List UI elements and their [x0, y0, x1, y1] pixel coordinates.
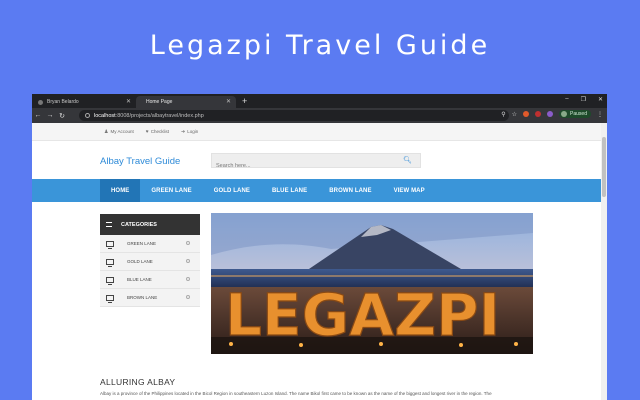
categories-sidebar: CATEGORIES GREEN LANE GOLD LANE BLUE LAN…: [100, 214, 200, 307]
back-icon[interactable]: ←: [32, 112, 44, 119]
favicon-icon: [38, 99, 43, 105]
circle-icon: [186, 241, 190, 245]
tab-label: Bryan Belardo: [47, 99, 79, 105]
circle-icon: [186, 259, 190, 263]
extension-icon[interactable]: [535, 111, 542, 117]
new-tab-button[interactable]: +: [242, 96, 247, 106]
browser-window: Bryan Belardo ✕ Home Page ✕ + – ❐ ✕ ← → …: [32, 94, 607, 400]
close-tab-icon[interactable]: ✕: [126, 98, 131, 105]
site-info-icon[interactable]: [85, 113, 90, 118]
web-page: ♟ My Account ♥ Checklist ➜ Login Albay T…: [32, 123, 601, 400]
my-account-link[interactable]: ♟ My Account: [104, 129, 134, 135]
url-host: localhost: [94, 112, 116, 119]
heart-icon: ♥: [145, 128, 149, 135]
nav-home[interactable]: HOME: [100, 179, 141, 202]
category-blue-lane[interactable]: BLUE LANE: [100, 271, 200, 289]
search-input[interactable]: [212, 159, 392, 173]
legazpi-banner-image: LEGAZPI: [211, 213, 533, 354]
circle-icon: [186, 295, 190, 299]
extension-icon[interactable]: [547, 111, 554, 117]
monitor-icon: [106, 240, 114, 249]
scrollbar-thumb[interactable]: [602, 137, 606, 197]
nav-view-map[interactable]: VIEW MAP: [383, 179, 436, 202]
main-nav: HOME GREEN LANE GOLD LANE BLUE LANE BROW…: [32, 179, 601, 202]
nav-gold-lane[interactable]: GOLD LANE: [203, 179, 261, 202]
category-brown-lane[interactable]: BROWN LANE: [100, 289, 200, 307]
category-gold-lane[interactable]: GOLD LANE: [100, 253, 200, 271]
monitor-icon: [106, 258, 114, 267]
monitor-icon: [106, 276, 114, 285]
close-tab-icon[interactable]: ✕: [226, 98, 231, 105]
maximize-icon[interactable]: ❐: [581, 96, 586, 103]
tab-label: Home Page: [146, 99, 173, 105]
category-label: BLUE LANE: [127, 277, 152, 282]
category-green-lane[interactable]: GREEN LANE: [100, 235, 200, 253]
my-account-label: My Account: [110, 129, 134, 134]
url-field[interactable]: localhost :8008/projects/albaytravel/ind…: [79, 110, 509, 121]
search-box: 🔍︎: [211, 153, 421, 173]
login-icon: ➜: [180, 128, 186, 135]
top-links-bar: ♟ My Account ♥ Checklist ➜ Login: [32, 123, 601, 141]
section-text: Albay is a province of the Philippines l…: [100, 391, 492, 396]
category-label: GREEN LANE: [127, 241, 157, 246]
user-icon: ♟: [104, 128, 109, 135]
search-icon[interactable]: 🔍︎: [403, 156, 412, 164]
page-scrollbar[interactable]: [601, 123, 607, 400]
reload-icon[interactable]: ↻: [56, 112, 68, 120]
forward-icon[interactable]: →: [44, 112, 56, 119]
nav-brown-lane[interactable]: BROWN LANE: [318, 179, 382, 202]
bookmark-star-icon[interactable]: ☆: [512, 111, 517, 118]
profile-button[interactable]: Paused: [559, 110, 591, 118]
section-title: ALLURING ALBAY: [100, 377, 176, 387]
nav-green-lane[interactable]: GREEN LANE: [140, 179, 202, 202]
category-label: BROWN LANE: [127, 295, 158, 300]
list-icon: [106, 222, 112, 227]
categories-header: CATEGORIES: [100, 214, 200, 235]
tab-home-page[interactable]: Home Page ✕: [136, 96, 236, 108]
close-window-icon[interactable]: ✕: [598, 96, 603, 103]
address-bar-row: ← → ↻ localhost :8008/projects/albaytrav…: [32, 108, 607, 123]
url-path: :8008/projects/albaytravel/index.php: [115, 112, 204, 119]
circle-icon: [186, 277, 190, 281]
tab-profile[interactable]: Bryan Belardo ✕: [32, 96, 136, 108]
login-label: Login: [187, 129, 199, 134]
checklist-link[interactable]: ♥ Checklist: [146, 129, 169, 135]
profile-status: Paused: [570, 111, 587, 117]
category-label: GOLD LANE: [127, 259, 153, 264]
menu-icon[interactable]: ⋮: [597, 111, 603, 118]
checklist-label: Checklist: [150, 129, 169, 134]
avatar: [561, 111, 568, 117]
nav-blue-lane[interactable]: BLUE LANE: [261, 179, 318, 202]
banner-illustration: LEGAZPI: [211, 213, 533, 354]
site-brand[interactable]: Albay Travel Guide: [100, 156, 180, 167]
tab-strip: Bryan Belardo ✕ Home Page ✕ + – ❐ ✕: [32, 94, 607, 108]
extension-icon[interactable]: [523, 111, 530, 117]
monitor-icon: [106, 294, 114, 303]
categories-heading: CATEGORIES: [121, 221, 157, 228]
site-header: Albay Travel Guide 🔍︎: [32, 141, 601, 179]
minimize-icon[interactable]: –: [565, 96, 568, 103]
login-link[interactable]: ➜ Login: [181, 129, 198, 135]
hero-title: Legazpi Travel Guide: [149, 30, 491, 61]
zoom-icon[interactable]: ⚲: [501, 111, 505, 118]
